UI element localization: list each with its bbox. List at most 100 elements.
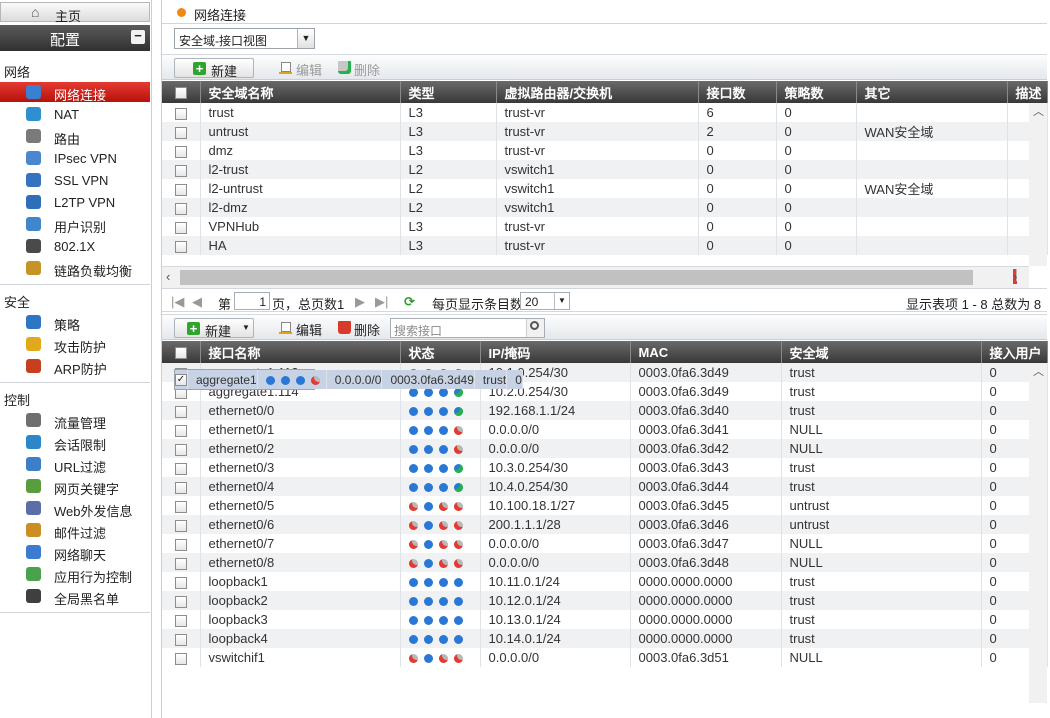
row-checkbox[interactable] — [162, 198, 201, 217]
row-checkbox[interactable] — [162, 515, 201, 534]
column-header[interactable]: 虚拟路由器/交换机 — [496, 81, 699, 103]
table-row[interactable]: ethernet0/1 0.0.0.0/0 0003.0fa6.3d41 NULL 0 — [162, 420, 1048, 439]
table-row[interactable]: dmz L3 trust-vr 0 0 — [162, 141, 1048, 160]
first-page-icon[interactable]: |◀ — [171, 294, 184, 310]
row-checkbox[interactable] — [162, 160, 201, 179]
column-header[interactable]: MAC — [630, 341, 782, 363]
home-button[interactable]: ⌂ 主页 — [0, 2, 150, 24]
sidebar-item[interactable]: 802.1X — [0, 236, 150, 256]
new-zone-button[interactable]: + 新建 — [174, 58, 254, 79]
sidebar-item[interactable]: 路由 — [0, 126, 150, 147]
table-row[interactable]: VPNHub L3 trust-vr 0 0 — [162, 217, 1048, 236]
zone-table-hscroll[interactable]: ‹ › — [162, 266, 1029, 288]
next-page-icon[interactable]: ▶ — [355, 294, 365, 310]
sidebar-item[interactable]: NAT — [0, 104, 150, 124]
view-select[interactable]: 安全域-接口视图 ▼ — [174, 28, 315, 49]
table-row[interactable]: ethernet0/8 0.0.0.0/0 0003.0fa6.3d48 NULL 0 — [162, 553, 1048, 572]
row-checkbox[interactable] — [162, 401, 201, 420]
sidebar-item[interactable]: 网络连接 — [0, 82, 150, 103]
row-checkbox[interactable] — [162, 534, 201, 553]
column-header[interactable]: IP/掩码 — [480, 341, 631, 363]
row-checkbox[interactable] — [162, 439, 201, 458]
scroll-left-icon[interactable]: ‹ — [166, 269, 170, 284]
table-row[interactable]: HA L3 trust-vr 0 0 — [162, 236, 1048, 255]
table-row[interactable]: l2-untrust L2 vswitch1 0 0 WAN安全域 — [162, 179, 1048, 198]
refresh-icon[interactable]: ⟳ — [404, 294, 415, 310]
table-row[interactable]: ethernet0/2 0.0.0.0/0 0003.0fa6.3d42 NULL 0 — [162, 439, 1048, 458]
row-checkbox[interactable] — [162, 572, 201, 591]
table-row[interactable]: ethernet0/6 200.1.1.1/28 0003.0fa6.3d46 unt… — [162, 515, 1048, 534]
table-row[interactable]: trust L3 trust-vr 6 0 — [162, 103, 1048, 122]
scroll-up-icon[interactable]: ︿ — [1033, 363, 1044, 379]
sidebar-item[interactable]: 攻击防护 — [0, 334, 150, 355]
row-checkbox[interactable] — [162, 553, 201, 572]
new-interface-button[interactable]: + 新建 ▼ — [174, 318, 254, 339]
page-input[interactable]: 1 — [234, 292, 270, 310]
chevron-down-icon[interactable]: ▼ — [242, 323, 250, 332]
table-row[interactable]: untrust L3 trust-vr 2 0 WAN安全域 — [162, 122, 1048, 141]
sidebar-item[interactable]: 策略 — [0, 312, 150, 333]
table-row[interactable]: vswitchif1 0.0.0.0/0 0003.0fa6.3d51 NULL 0 — [162, 648, 1048, 667]
scroll-right-icon[interactable]: › — [1013, 269, 1018, 284]
chevron-down-icon[interactable]: ▼ — [297, 29, 314, 48]
sidebar-item[interactable]: L2TP VPN — [0, 192, 150, 212]
table-row[interactable]: l2-trust L2 vswitch1 0 0 — [162, 160, 1048, 179]
row-checkbox[interactable] — [162, 236, 201, 255]
table-row[interactable]: ethernet0/3 10.3.0.254/30 0003.0fa6.3d43 tr… — [162, 458, 1048, 477]
sidebar-item[interactable]: Web外发信息 — [0, 498, 150, 519]
sidebar-item[interactable]: IPsec VPN — [0, 148, 150, 168]
delete-interface-button[interactable]: 删除 — [336, 318, 386, 338]
column-header[interactable]: 安全域名称 — [200, 81, 401, 103]
table-row[interactable]: loopback1 10.11.0.1/24 0000.0000.0000 trust… — [162, 572, 1048, 591]
select-all-checkbox[interactable] — [162, 341, 201, 363]
search-input[interactable]: 搜索接口 — [390, 318, 545, 338]
sidebar-item[interactable]: 全局黑名单 — [0, 586, 150, 607]
sidebar-item[interactable]: 邮件过滤 — [0, 520, 150, 541]
sidebar-item[interactable]: 会话限制 — [0, 432, 150, 453]
table-row[interactable]: loopback2 10.12.0.1/24 0000.0000.0000 trust… — [162, 591, 1048, 610]
row-checkbox[interactable]: ✓ — [175, 370, 188, 389]
column-header[interactable]: 安全域 — [781, 341, 982, 363]
last-page-icon[interactable]: ▶| — [375, 294, 388, 310]
row-checkbox[interactable] — [162, 591, 201, 610]
prev-page-icon[interactable]: ◀ — [192, 294, 202, 310]
column-header[interactable]: 接入用户 — [981, 341, 1048, 363]
delete-zone-button[interactable]: 删除 — [336, 58, 386, 78]
sidebar-item[interactable]: SSL VPN — [0, 170, 150, 190]
row-checkbox[interactable] — [162, 103, 201, 122]
row-checkbox[interactable] — [162, 179, 201, 198]
row-checkbox[interactable] — [162, 217, 201, 236]
row-checkbox[interactable] — [162, 420, 201, 439]
column-header[interactable]: 状态 — [400, 341, 481, 363]
sidebar-item[interactable]: ARP防护 — [0, 356, 150, 377]
row-checkbox[interactable] — [162, 122, 201, 141]
row-checkbox[interactable] — [162, 648, 201, 667]
row-checkbox[interactable] — [162, 477, 201, 496]
table-row[interactable]: loopback4 10.14.0.1/24 0000.0000.0000 trust… — [162, 629, 1048, 648]
column-header[interactable]: 类型 — [400, 81, 497, 103]
interface-table-vscroll[interactable]: ︿ — [1029, 363, 1047, 703]
table-row[interactable]: l2-dmz L2 vswitch1 0 0 — [162, 198, 1048, 217]
column-header[interactable]: 接口数 — [698, 81, 777, 103]
sidebar-item[interactable]: 应用行为控制 — [0, 564, 150, 585]
edit-zone-button[interactable]: 编辑 — [276, 58, 326, 78]
per-page-select[interactable]: 20 ▼ — [520, 292, 570, 310]
column-header[interactable]: 接口名称 — [200, 341, 401, 363]
table-row[interactable]: loopback3 10.13.0.1/24 0000.0000.0000 trust… — [162, 610, 1048, 629]
row-checkbox[interactable] — [162, 629, 201, 648]
search-icon[interactable] — [526, 319, 544, 337]
column-header[interactable]: 策略数 — [776, 81, 857, 103]
column-header[interactable]: 其它 — [856, 81, 1008, 103]
column-header[interactable]: 描述 — [1007, 81, 1048, 103]
row-checkbox[interactable] — [162, 610, 201, 629]
scroll-up-icon[interactable]: ︿ — [1033, 103, 1044, 119]
sidebar-item[interactable]: URL过滤 — [0, 454, 150, 475]
sidebar-item[interactable]: 网页关键字 — [0, 476, 150, 497]
zone-table-vscroll[interactable]: ︿ — [1029, 103, 1047, 266]
hscroll-thumb[interactable] — [180, 270, 973, 285]
sidebar-item[interactable]: 网络聊天 — [0, 542, 150, 563]
sidebar-item[interactable]: 用户识别 — [0, 214, 150, 235]
row-checkbox[interactable] — [162, 141, 201, 160]
row-checkbox[interactable] — [162, 458, 201, 477]
sidebar-item[interactable]: 链路负载均衡 — [0, 258, 150, 279]
